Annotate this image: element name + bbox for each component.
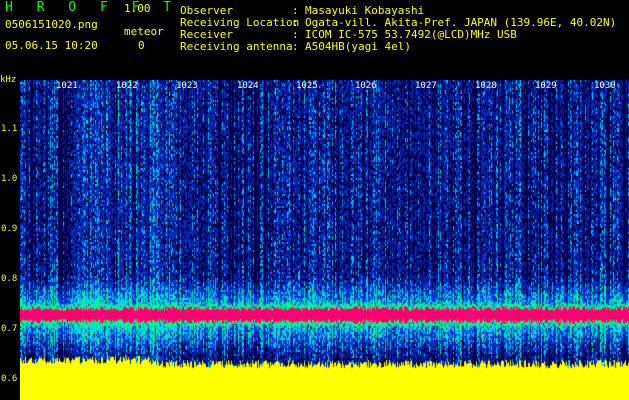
x-tick-label: 1029 [535,81,557,91]
spectrogram-canvas [20,80,629,400]
meteor-count: 0 [138,39,145,52]
x-tick-label: 1022 [116,81,138,91]
hroft-window: H R O F F T 1.00 0506151020.png meteor 0… [0,0,629,400]
app-version: 1.00 [124,2,151,15]
x-tick-label: 1021 [56,81,78,91]
separator: : [292,40,299,53]
y-tick-label: 0.8 [1,274,18,284]
y-tick-label: 1.1 [1,124,18,134]
x-tick-label: 1026 [355,81,377,91]
x-tick-label: 1027 [415,81,437,91]
y-tick-label: 0.9 [1,224,18,234]
y-axis-unit: kHz [0,75,17,85]
x-tick-label: 1030 [594,81,616,91]
timestamp: 05.06.15 10:20 [5,39,98,52]
meteor-label: meteor [124,25,164,38]
x-tick-label: 1024 [237,81,259,91]
x-tick-label: 1025 [296,81,318,91]
x-tick-label: 1028 [475,81,497,91]
y-tick-label: 0.6 [1,374,18,384]
antenna-label: Receiving antenna [180,40,293,53]
antenna-value: A504HB(yagi 4el) [305,40,411,53]
y-tick-label: 1.0 [1,174,18,184]
file-name: 0506151020.png [5,18,98,31]
x-tick-label: 1023 [176,81,198,91]
y-tick-label: 0.7 [1,324,18,334]
app-title: H R O F F T [5,0,180,15]
